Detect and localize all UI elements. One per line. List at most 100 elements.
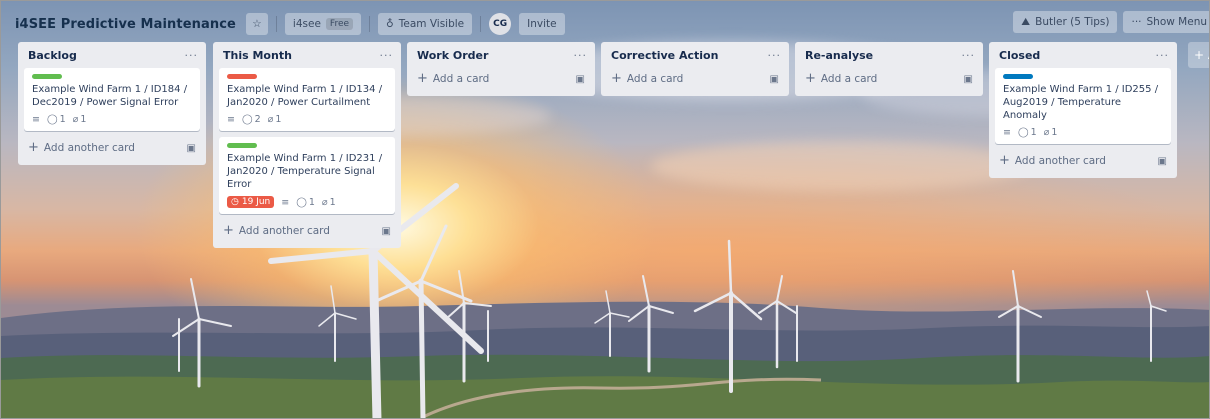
plus-icon: + xyxy=(28,140,39,155)
due-date-badge[interactable]: ◷ 19 Jun xyxy=(227,196,275,208)
attachment-icon: ⌀ xyxy=(72,114,79,125)
list-header[interactable]: This Month ··· xyxy=(219,42,395,68)
comment-icon: ◯ xyxy=(46,114,58,125)
add-card-button[interactable]: + Add another card ▣ xyxy=(24,137,200,159)
list-menu-button[interactable]: ··· xyxy=(380,49,394,62)
comments-badge: ◯ 1 xyxy=(46,114,66,125)
list-menu-button[interactable]: ··· xyxy=(574,49,588,62)
add-card-button[interactable]: + Add a card ▣ xyxy=(607,68,783,90)
plus-icon: + xyxy=(223,223,234,238)
butler-icon: ⛰ xyxy=(1021,15,1031,28)
attachments-badge: ⌀ 1 xyxy=(1043,127,1058,138)
header-divider xyxy=(275,16,277,32)
comment-icon: ◯ xyxy=(296,196,307,208)
card[interactable]: Example Wind Farm 1 / ID134 / Jan2020 / … xyxy=(219,68,395,131)
board-title[interactable]: i4SEE Predictive Maintenance xyxy=(15,17,236,32)
comment-icon: ◯ xyxy=(1017,127,1029,138)
team-icon: ♁ xyxy=(386,18,394,30)
card-template-icon[interactable]: ▣ xyxy=(576,74,585,85)
comments-badge: ◯ 1 xyxy=(1017,127,1037,138)
comments-badge: ◯ 2 xyxy=(241,114,261,125)
plus-icon: + xyxy=(611,71,622,86)
card-template-icon[interactable]: ▣ xyxy=(770,74,779,85)
attachments-badge: ⌀ 1 xyxy=(321,196,336,208)
list-menu-button[interactable]: ··· xyxy=(1156,49,1170,62)
comments-badge: ◯ 1 xyxy=(296,196,315,208)
card-label[interactable] xyxy=(227,143,257,148)
card-template-icon[interactable]: ▣ xyxy=(187,143,196,154)
visibility-label: Team Visible xyxy=(398,18,465,30)
butler-label: Butler (5 Tips) xyxy=(1035,16,1110,28)
list-menu-button[interactable]: ··· xyxy=(185,49,199,62)
add-card-button[interactable]: + Add a card ▣ xyxy=(801,68,977,90)
list-title[interactable]: Work Order xyxy=(417,49,488,62)
card-badges: ≡ ◯ 2 ⌀ 1 xyxy=(227,114,387,125)
card-label[interactable] xyxy=(1003,74,1033,79)
star-board-button[interactable]: ☆ xyxy=(245,13,268,35)
add-list-button[interactable]: + A xyxy=(1188,42,1209,68)
description-icon: ≡ xyxy=(32,114,40,125)
workspace-button[interactable]: i4see Free xyxy=(284,13,362,35)
plus-icon: + xyxy=(999,153,1010,168)
list-menu-button[interactable]: ··· xyxy=(768,49,782,62)
board-header: i4SEE Predictive Maintenance ☆ i4see Fre… xyxy=(15,11,1209,37)
board-frame: i4SEE Predictive Maintenance ☆ i4see Fre… xyxy=(0,0,1210,419)
card-badges: ≡ ◯ 1 ⌀ 1 xyxy=(32,114,192,125)
list-title[interactable]: Closed xyxy=(999,49,1040,62)
show-menu-button[interactable]: ··· Show Menu xyxy=(1123,11,1209,33)
attachment-icon: ⌀ xyxy=(321,196,328,208)
list-title[interactable]: Backlog xyxy=(28,49,77,62)
card-template-icon[interactable]: ▣ xyxy=(1158,156,1167,167)
card-title: Example Wind Farm 1 / ID231 / Jan2020 / … xyxy=(227,153,383,190)
visibility-button[interactable]: ♁ Team Visible xyxy=(378,13,473,35)
plus-icon: + xyxy=(805,71,816,86)
list-backlog: Backlog ··· Example Wind Farm 1 / ID184 … xyxy=(18,42,206,165)
card[interactable]: Example Wind Farm 1 / ID255 / Aug2019 / … xyxy=(995,68,1171,144)
comment-icon: ◯ xyxy=(241,114,253,125)
list-work-order: Work Order ··· + Add a card ▣ xyxy=(407,42,595,96)
butler-button[interactable]: ⛰ Butler (5 Tips) xyxy=(1013,11,1118,33)
add-card-button[interactable]: + Add another card ▣ xyxy=(219,220,395,242)
list-header[interactable]: Backlog ··· xyxy=(24,42,200,68)
show-menu-label: Show Menu xyxy=(1146,16,1208,28)
card-template-icon[interactable]: ▣ xyxy=(964,74,973,85)
member-avatar[interactable]: CG xyxy=(489,13,512,35)
list-header[interactable]: Corrective Action ··· xyxy=(607,42,783,68)
list-header[interactable]: Re-analyse ··· xyxy=(801,42,977,68)
card-label[interactable] xyxy=(227,74,257,79)
card-label[interactable] xyxy=(32,74,62,79)
list-title[interactable]: Corrective Action xyxy=(611,49,718,62)
header-divider xyxy=(480,16,482,32)
more-icon: ··· xyxy=(1131,16,1142,28)
invite-button[interactable]: Invite xyxy=(519,13,565,35)
add-card-button[interactable]: + Add another card ▣ xyxy=(995,150,1171,172)
list-corrective-action: Corrective Action ··· + Add a card ▣ xyxy=(601,42,789,96)
description-icon: ≡ xyxy=(281,196,290,208)
card-template-icon[interactable]: ▣ xyxy=(382,226,391,237)
card-title: Example Wind Farm 1 / ID255 / Aug2019 / … xyxy=(1003,84,1159,121)
card-badges: ≡ ◯ 1 ⌀ 1 xyxy=(1003,127,1163,138)
plus-icon: + xyxy=(417,71,428,86)
header-right-group: ⛰ Butler (5 Tips) ··· Show Menu xyxy=(1013,11,1209,33)
card-badges: ◷ 19 Jun ≡ ◯ 1 ⌀ 1 xyxy=(227,196,387,208)
list-title[interactable]: This Month xyxy=(223,49,292,62)
card[interactable]: Example Wind Farm 1 / ID231 / Jan2020 / … xyxy=(219,137,395,214)
list-menu-button[interactable]: ··· xyxy=(962,49,976,62)
attachment-icon: ⌀ xyxy=(267,114,274,125)
list-title[interactable]: Re-analyse xyxy=(805,49,873,62)
list-header[interactable]: Work Order ··· xyxy=(413,42,589,68)
clock-icon: ◷ xyxy=(231,197,239,207)
workspace-name: i4see xyxy=(292,18,321,30)
star-icon: ☆ xyxy=(252,18,262,30)
plan-badge: Free xyxy=(325,18,354,30)
card-title: Example Wind Farm 1 / ID184 / Dec2019 / … xyxy=(32,84,188,108)
list-header[interactable]: Closed ··· xyxy=(995,42,1171,68)
card-title: Example Wind Farm 1 / ID134 / Jan2020 / … xyxy=(227,84,383,108)
add-card-button[interactable]: + Add a card ▣ xyxy=(413,68,589,90)
list-this-month: This Month ··· Example Wind Farm 1 / ID1… xyxy=(213,42,401,248)
attachments-badge: ⌀ 1 xyxy=(267,114,282,125)
attachments-badge: ⌀ 1 xyxy=(72,114,87,125)
card[interactable]: Example Wind Farm 1 / ID184 / Dec2019 / … xyxy=(24,68,200,131)
description-icon: ≡ xyxy=(1003,127,1011,138)
list-re-analyse: Re-analyse ··· + Add a card ▣ xyxy=(795,42,983,96)
